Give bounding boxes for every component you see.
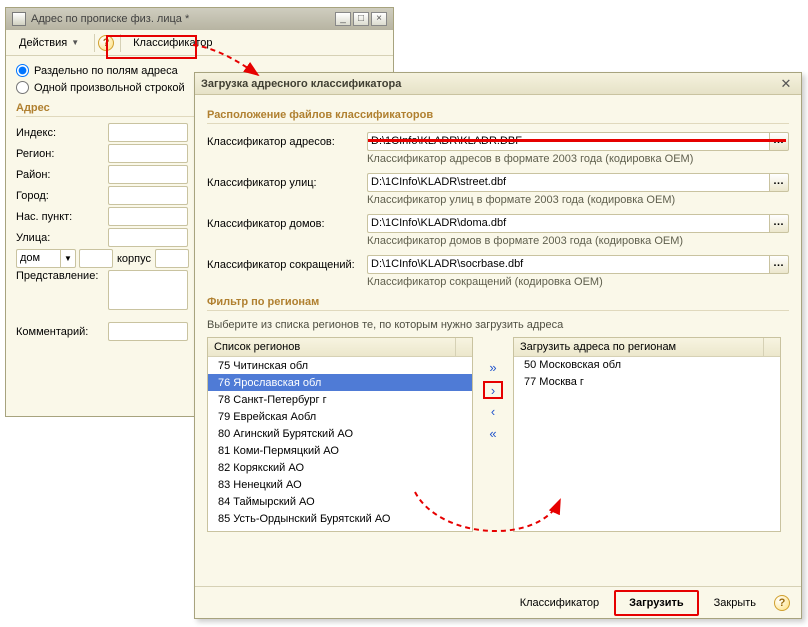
abbr-hint: Классификатор сокращений (кодировка OEM) <box>367 276 789 288</box>
minimize-button[interactable]: _ <box>335 12 351 26</box>
actions-label: Действия <box>19 37 67 49</box>
add-all-button[interactable]: » <box>483 359 503 377</box>
parent-title: Адрес по прописке физ. лица * <box>31 13 333 25</box>
parent-titlebar[interactable]: Адрес по прописке физ. лица * _ □ × <box>6 8 393 30</box>
representation-input[interactable] <box>108 270 188 310</box>
korpus-input[interactable] <box>155 249 189 268</box>
streets-browse-button[interactable]: … <box>769 173 789 192</box>
house-num-input[interactable] <box>79 249 113 268</box>
streets-hint: Классификатор улиц в формате 2003 года (… <box>367 194 789 206</box>
list-item[interactable]: 76 Ярославская обл <box>208 374 472 391</box>
remove-one-button[interactable]: ‹ <box>483 403 503 421</box>
label-streets: Классификатор улиц: <box>207 177 367 189</box>
parent-toolbar: Действия ▼ ? Классификатор <box>6 30 393 56</box>
radio-free[interactable] <box>16 81 29 94</box>
city-input[interactable] <box>108 186 188 205</box>
list-item[interactable]: 81 Коми-Пермяцкий АО <box>208 442 472 459</box>
list-item[interactable]: 83 Ненецкий АО <box>208 476 472 493</box>
dialog-footer: Классификатор Загрузить Закрыть ? <box>195 586 801 618</box>
footer-help-icon[interactable]: ? <box>774 595 790 611</box>
streets-path-field: D:\1CInfo\KLADR\street.dbf … <box>367 173 789 192</box>
abbr-path-field: D:\1CInfo\KLADR\socrbase.dbf … <box>367 255 789 274</box>
comment-input[interactable] <box>108 322 188 341</box>
window-icon <box>12 12 26 26</box>
houses-path-field: D:\1CInfo\KLADR\doma.dbf … <box>367 214 789 233</box>
remove-all-button[interactable]: « <box>483 425 503 443</box>
section-filter: Фильтр по регионам <box>207 296 789 311</box>
target-header: Загрузить адреса по регионам <box>514 338 780 357</box>
footer-load-button[interactable]: Загрузить <box>618 592 695 614</box>
list-item[interactable]: 78 Санкт-Петербург г <box>208 391 472 408</box>
radio-free-label: Одной произвольной строкой <box>34 82 185 94</box>
highlight-underline <box>368 139 786 142</box>
label-street: Улица: <box>16 232 108 244</box>
kladr-dialog: Загрузка адресного классификатора ✕ Расп… <box>194 72 802 619</box>
maximize-button[interactable]: □ <box>353 12 369 26</box>
settlement-input[interactable] <box>108 207 188 226</box>
label-settlement: Нас. пункт: <box>16 211 108 223</box>
label-addresses: Классификатор адресов: <box>207 136 367 148</box>
footer-close-label: Закрыть <box>714 597 756 609</box>
label-representation: Представление: <box>16 270 108 282</box>
label-korpus: корпус <box>117 253 151 265</box>
radio-fields[interactable] <box>16 64 29 77</box>
chevron-down-icon: ▼ <box>71 38 79 47</box>
footer-classifier-button[interactable]: Классификатор <box>509 592 610 614</box>
houses-path[interactable]: D:\1CInfo\KLADR\doma.dbf <box>367 214 769 233</box>
list-item[interactable]: 79 Еврейская Аобл <box>208 408 472 425</box>
list-item[interactable]: 85 Усть-Ордынский Бурятский АО <box>208 510 472 527</box>
houses-hint: Классификатор домов в формате 2003 года … <box>367 235 789 247</box>
label-houses: Классификатор домов: <box>207 218 367 230</box>
dialog-titlebar[interactable]: Загрузка адресного классификатора ✕ <box>195 73 801 95</box>
transfer-buttons: » › ‹ « <box>473 337 513 532</box>
toolbar-separator <box>120 34 121 52</box>
abbr-browse-button[interactable]: … <box>769 255 789 274</box>
houses-browse-button[interactable]: … <box>769 214 789 233</box>
label-comment: Комментарий: <box>16 326 108 338</box>
add-one-button[interactable]: › <box>483 381 503 399</box>
house-type-drop[interactable]: ▼ <box>60 249 76 268</box>
list-item[interactable]: 75 Читинская обл <box>208 357 472 374</box>
toolbar-separator <box>94 34 95 52</box>
label-city: Город: <box>16 190 108 202</box>
target-region-list[interactable]: Загрузить адреса по регионам 50 Московск… <box>513 337 781 532</box>
label-abbr: Классификатор сокращений: <box>207 259 367 271</box>
label-index: Индекс: <box>16 127 108 139</box>
label-district: Район: <box>16 169 108 181</box>
house-type[interactable]: дом <box>16 249 60 268</box>
label-region: Регион: <box>16 148 108 160</box>
highlight-load: Загрузить <box>614 590 699 616</box>
region-input[interactable] <box>108 144 188 163</box>
classifier-label: Классификатор <box>133 37 212 49</box>
index-input[interactable] <box>108 123 188 142</box>
list-item[interactable]: 77 Москва г <box>514 374 780 391</box>
dialog-title: Загрузка адресного классификатора <box>201 78 777 90</box>
radio-fields-label: Раздельно по полям адреса <box>34 65 178 77</box>
list-item[interactable]: 84 Таймырский АО <box>208 493 472 510</box>
source-header: Список регионов <box>208 338 472 357</box>
district-input[interactable] <box>108 165 188 184</box>
section-files: Расположение файлов классификаторов <box>207 109 789 124</box>
list-item[interactable]: 50 Московская обл <box>514 357 780 374</box>
dialog-close-icon[interactable]: ✕ <box>777 76 795 92</box>
filter-help: Выберите из списка регионов те, по котор… <box>207 319 789 331</box>
footer-classifier-label: Классификатор <box>520 597 599 609</box>
footer-load-label: Загрузить <box>629 597 684 609</box>
addresses-hint: Классификатор адресов в формате 2003 год… <box>367 153 789 165</box>
actions-menu[interactable]: Действия ▼ <box>10 32 88 53</box>
footer-close-button[interactable]: Закрыть <box>703 592 767 614</box>
region-area: Список регионов 75 Читинская обл76 Яросл… <box>207 337 789 532</box>
source-region-list[interactable]: Список регионов 75 Читинская обл76 Яросл… <box>207 337 473 532</box>
abbr-path[interactable]: D:\1CInfo\KLADR\socrbase.dbf <box>367 255 769 274</box>
list-item[interactable]: 80 Агинский Бурятский АО <box>208 425 472 442</box>
help-icon[interactable]: ? <box>98 35 114 51</box>
close-button[interactable]: × <box>371 12 387 26</box>
classifier-button[interactable]: Классификатор <box>124 32 221 53</box>
streets-path[interactable]: D:\1CInfo\KLADR\street.dbf <box>367 173 769 192</box>
list-item[interactable]: 82 Корякский АО <box>208 459 472 476</box>
street-input[interactable] <box>108 228 188 247</box>
